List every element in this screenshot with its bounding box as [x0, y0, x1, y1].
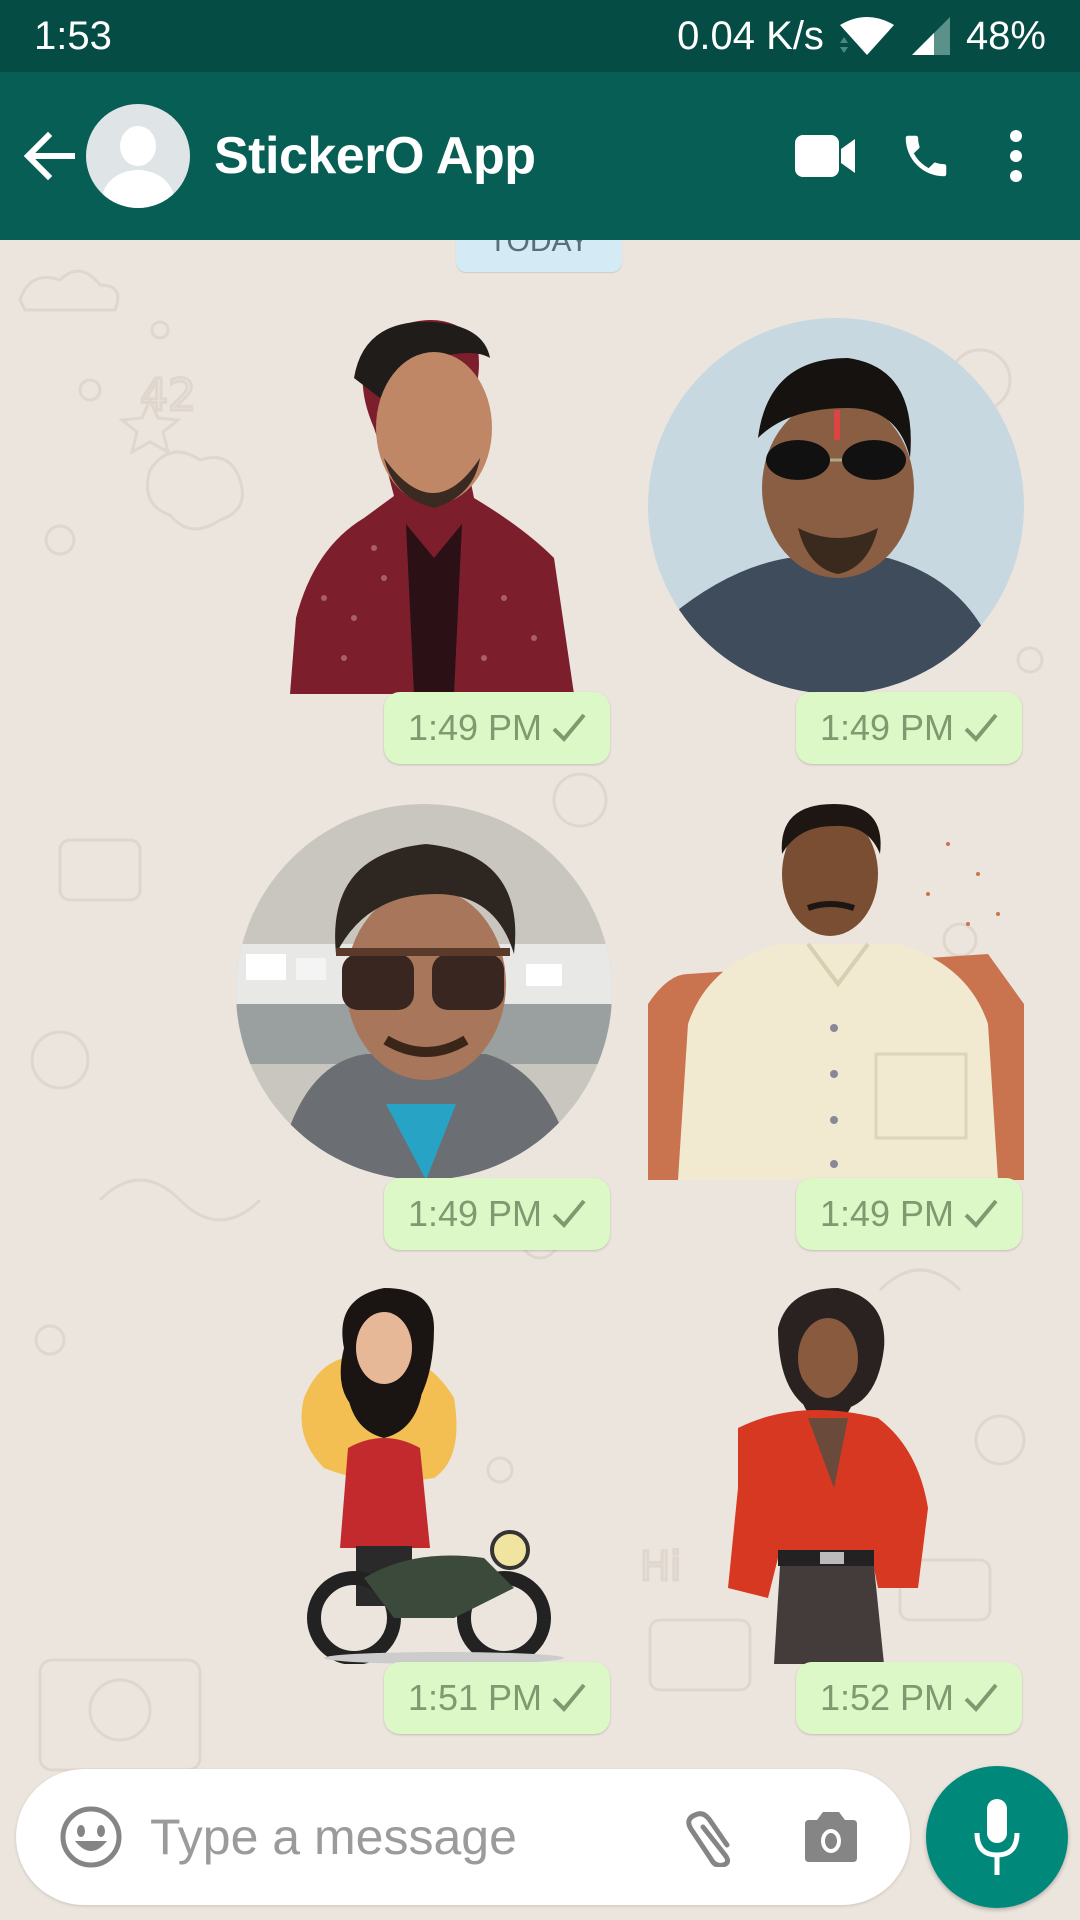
message-timestamp: 1:49 PM — [796, 692, 1022, 764]
cell-signal-icon — [910, 15, 952, 57]
video-call-icon — [795, 135, 855, 177]
sticker-message[interactable] — [284, 1288, 660, 1665]
network-speed: 0.04 K/s — [677, 13, 824, 58]
single-tick-icon — [552, 1683, 586, 1712]
timestamp-text: 1:49 PM — [819, 1193, 955, 1234]
single-tick-icon — [552, 1199, 586, 1228]
timestamp-text: 1:49 PM — [407, 1193, 543, 1234]
wifi-icon — [838, 15, 896, 57]
sticker-message[interactable] — [648, 318, 1024, 694]
video-call-button[interactable] — [776, 106, 876, 206]
sticker-image — [728, 1288, 928, 1664]
back-arrow-icon — [24, 131, 75, 181]
message-timestamp: 1:49 PM — [796, 1178, 1022, 1250]
emoji-button[interactable] — [46, 1792, 136, 1882]
header-actions — [776, 106, 1080, 206]
sticker-image — [648, 804, 1024, 1180]
timestamp-text: 1:49 PM — [407, 707, 543, 748]
sticker-image — [301, 1288, 564, 1665]
status-bar: 1:53 0.04 K/s 48% — [0, 0, 1080, 72]
timestamp-text: 1:51 PM — [407, 1677, 543, 1718]
voice-call-icon — [905, 135, 947, 177]
chat-header: StickerO App — [0, 72, 1080, 240]
status-right: 0.04 K/s 48% — [677, 14, 1046, 59]
battery-level: 48% — [965, 13, 1046, 58]
single-tick-icon — [552, 713, 586, 742]
sticker-message[interactable] — [284, 318, 660, 694]
avatar-icon — [120, 126, 156, 166]
voice-record-button[interactable] — [926, 1766, 1068, 1908]
sticker-image — [648, 318, 1024, 694]
back-button[interactable] — [18, 124, 82, 188]
attach-button[interactable] — [668, 1792, 758, 1882]
svg-text:42: 42 — [140, 370, 196, 421]
chat-title[interactable]: StickerO App — [214, 126, 536, 186]
sticker-message[interactable] — [648, 1288, 1024, 1664]
mic-icon — [974, 1799, 1020, 1875]
more-options-button[interactable] — [976, 106, 1056, 206]
camera-icon — [805, 1812, 857, 1862]
more-vert-icon — [1010, 130, 1022, 182]
camera-button[interactable] — [786, 1792, 876, 1882]
sticker-image — [236, 804, 612, 1180]
message-timestamp: 1:49 PM — [384, 692, 610, 764]
attach-icon — [686, 1811, 731, 1867]
status-time: 1:53 — [34, 13, 112, 58]
avatar-body — [102, 170, 174, 208]
timestamp-text: 1:52 PM — [819, 1677, 955, 1718]
voice-call-button[interactable] — [876, 106, 976, 206]
sticker-image — [290, 320, 574, 694]
sticker-message[interactable] — [648, 804, 1024, 1180]
emoji-icon — [60, 1806, 122, 1868]
message-timestamp: 1:51 PM — [384, 1662, 610, 1734]
avatar[interactable] — [86, 104, 190, 208]
date-chip: TODAY — [456, 240, 622, 272]
single-tick-icon — [964, 1199, 998, 1228]
timestamp-text: 1:49 PM — [819, 707, 955, 748]
single-tick-icon — [964, 713, 998, 742]
message-composer — [16, 1769, 910, 1905]
message-timestamp: 1:49 PM — [384, 1178, 610, 1250]
sticker-message[interactable] — [236, 804, 612, 1180]
single-tick-icon — [964, 1683, 998, 1712]
message-timestamp: 1:52 PM — [796, 1662, 1022, 1734]
message-input[interactable] — [150, 1808, 650, 1866]
chat-area[interactable]: 42 Hi TODAY 1:49 PM 1:49 PM 1:49 PM 1:49… — [0, 240, 1080, 1920]
